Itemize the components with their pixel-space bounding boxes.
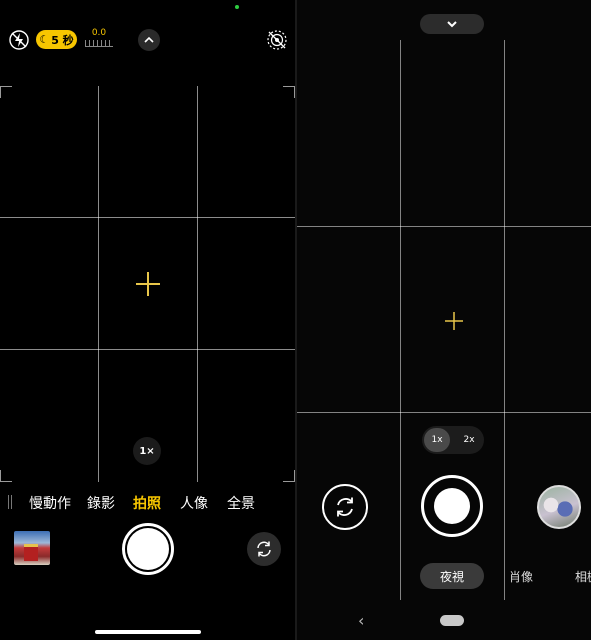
home-pill-icon[interactable] (440, 615, 464, 626)
mode-portrait[interactable]: 人像 (180, 493, 208, 513)
frame-corner (0, 86, 12, 98)
grid-line (504, 40, 505, 600)
mode-panorama[interactable]: 全景 (227, 493, 255, 513)
mode-portrait[interactable]: 肖像 (509, 563, 533, 589)
camera-switch-icon[interactable] (322, 484, 368, 530)
chevron-down-icon[interactable] (420, 14, 484, 34)
exposure-scale (85, 40, 113, 47)
focus-crosshair-icon (445, 312, 463, 330)
mode-slow-motion[interactable]: 慢動作 (29, 493, 71, 513)
android-camera-screen: 1x 2x 夜視 肖像 相機 ‹ (297, 0, 591, 640)
mode-edge-fade (8, 495, 14, 509)
moon-icon: ☾ (39, 33, 50, 46)
mode-video[interactable]: 錄影 (87, 493, 115, 513)
frame-corner (283, 86, 295, 98)
android-mode-selector: 夜視 肖像 相機 (297, 562, 591, 592)
flash-off-icon[interactable] (8, 29, 30, 51)
shutter-button[interactable] (122, 523, 174, 575)
zoom-button[interactable]: 1× (133, 437, 161, 465)
camera-in-use-indicator (235, 5, 239, 9)
exposure-value: 0.0 (91, 28, 107, 38)
night-mode-button[interactable]: ☾ 5 秒 (36, 30, 77, 49)
zoom-2x-button[interactable]: 2x (456, 428, 482, 452)
mode-photo[interactable]: 拍照 (133, 493, 161, 513)
grid-line (297, 412, 591, 413)
zoom-1x-button[interactable]: 1x (424, 428, 450, 452)
grid-line (98, 86, 99, 482)
back-icon[interactable]: ‹ (358, 611, 364, 630)
camera-flip-icon[interactable] (247, 532, 281, 566)
grid-line (197, 86, 198, 482)
frame-corner (283, 470, 295, 482)
chevron-up-icon[interactable] (138, 29, 160, 51)
grid-line (400, 40, 401, 600)
zoom-toggle: 1x 2x (422, 426, 484, 454)
focus-crosshair-icon (136, 272, 160, 296)
ios-bottom-controls (0, 520, 295, 640)
ios-mode-selector: 慢動作 錄影 拍照 人像 全景 (0, 490, 295, 514)
grid-line (297, 226, 591, 227)
mode-camera[interactable]: 相機 (575, 563, 591, 589)
home-indicator[interactable] (95, 630, 201, 634)
shutter-button[interactable] (421, 475, 483, 537)
shutter-inner (127, 528, 169, 570)
frame-corner (0, 470, 12, 482)
ios-camera-screen: ☾ 5 秒 0.0 1× 慢動作 錄影 拍照 人像 全景 (0, 0, 295, 640)
mode-night-sight[interactable]: 夜視 (420, 563, 484, 589)
last-photo-thumbnail[interactable] (537, 485, 581, 529)
grid-line (0, 349, 295, 350)
night-mode-duration: 5 秒 (51, 33, 74, 47)
last-photo-thumbnail[interactable] (14, 531, 50, 565)
shutter-inner (434, 488, 470, 524)
ios-top-controls: ☾ 5 秒 0.0 (0, 24, 295, 58)
ios-viewfinder[interactable]: 1× (0, 86, 295, 482)
exposure-indicator[interactable]: 0.0 (84, 28, 114, 52)
android-nav-bar: ‹ (297, 604, 591, 640)
live-photo-off-icon[interactable] (266, 29, 288, 51)
grid-line (0, 217, 295, 218)
